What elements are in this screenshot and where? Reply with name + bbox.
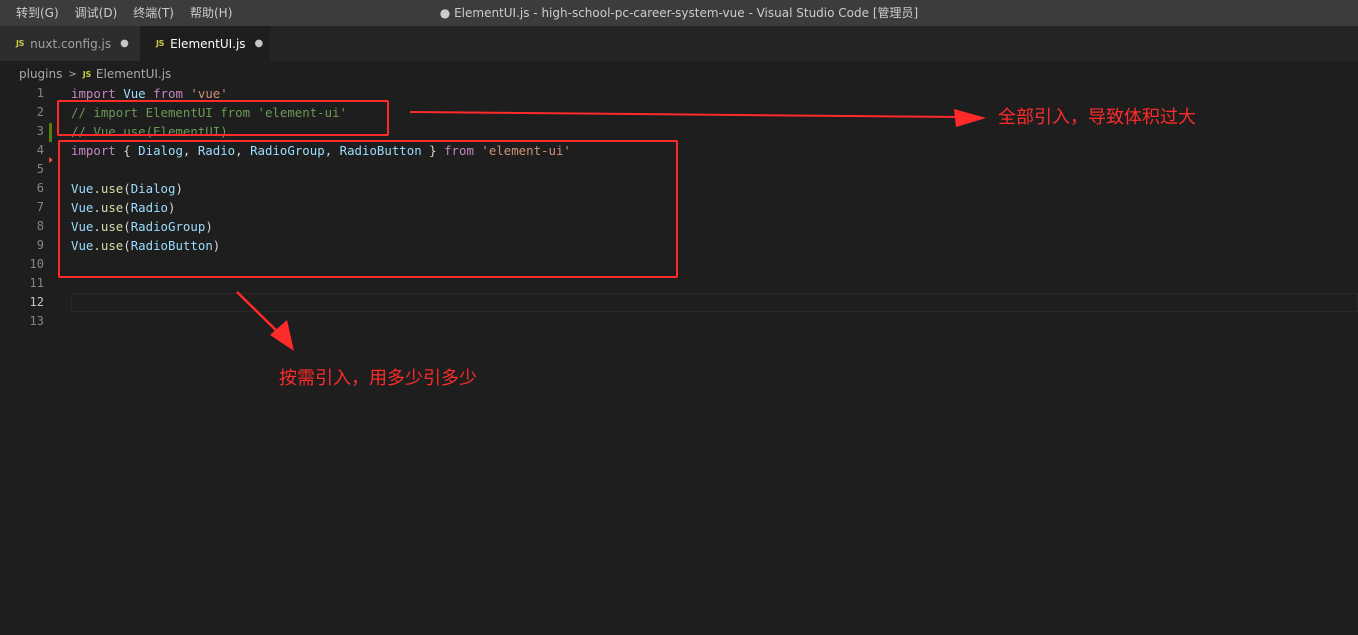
line-number: 4 [36, 143, 44, 157]
title-bar: ● ElementUI.js - high-school-pc-career-s… [0, 0, 1358, 26]
line-number: 6 [36, 181, 44, 195]
line-number: 1 [36, 86, 44, 100]
string: 'vue' [190, 86, 228, 101]
annotation-full-import-label: 全部引入，导致体积过大 [998, 107, 1196, 128]
tab-label: nuxt.config.js [30, 36, 112, 51]
line-number: 5 [36, 162, 44, 176]
breadcrumb-file[interactable]: ElementUI.js [96, 67, 171, 81]
menu-terminal[interactable]: 终端(T) [125, 0, 182, 26]
line-number: 2 [36, 105, 44, 119]
js-file-icon: JS [82, 69, 91, 79]
breadcrumb: plugins > JS ElementUI.js [19, 64, 171, 84]
code-line-13[interactable] [71, 312, 1351, 331]
line-number: 3 [36, 124, 44, 138]
line-number: 7 [36, 200, 44, 214]
line-number: 8 [36, 219, 44, 233]
keyword: from [153, 86, 183, 101]
tab-elementui[interactable]: JS ElementUI.js ● [140, 26, 270, 61]
identifier: Vue [123, 86, 146, 101]
line-number: 13 [29, 314, 44, 328]
tab-label: ElementUI.js [170, 36, 246, 51]
menu-bar: 转到(G) 调试(D) 终端(T) 帮助(H) [8, 0, 240, 26]
chevron-right-icon: > [68, 68, 77, 80]
tab-nuxt-config[interactable]: JS nuxt.config.js ● [0, 26, 140, 61]
menu-debug[interactable]: 调试(D) [67, 0, 126, 26]
js-file-icon: JS [156, 39, 165, 48]
annotation-box-on-demand-import [58, 140, 678, 278]
line-number-gutter: 1 2 3 4 5 6 7 8 9 10 11 12 13 [0, 84, 56, 331]
line-number: 9 [36, 238, 44, 252]
code-line-12[interactable] [71, 293, 1351, 312]
keyword: import [71, 86, 116, 101]
menu-goto[interactable]: 转到(G) [8, 0, 67, 26]
line-number: 11 [29, 276, 44, 290]
breadcrumb-folder[interactable]: plugins [19, 67, 62, 81]
unsaved-dot-icon[interactable]: ● [255, 38, 264, 49]
line-number: 10 [29, 257, 44, 271]
annotation-box-full-import [57, 100, 389, 136]
menu-help[interactable]: 帮助(H) [182, 0, 240, 26]
editor-tab-bar: JS nuxt.config.js ● JS ElementUI.js ● [0, 26, 1358, 61]
annotation-on-demand-label: 按需引入，用多少引多少 [279, 368, 477, 389]
js-file-icon: JS [16, 39, 25, 48]
line-number-current: 12 [29, 295, 44, 309]
unsaved-dot-icon[interactable]: ● [120, 38, 129, 49]
